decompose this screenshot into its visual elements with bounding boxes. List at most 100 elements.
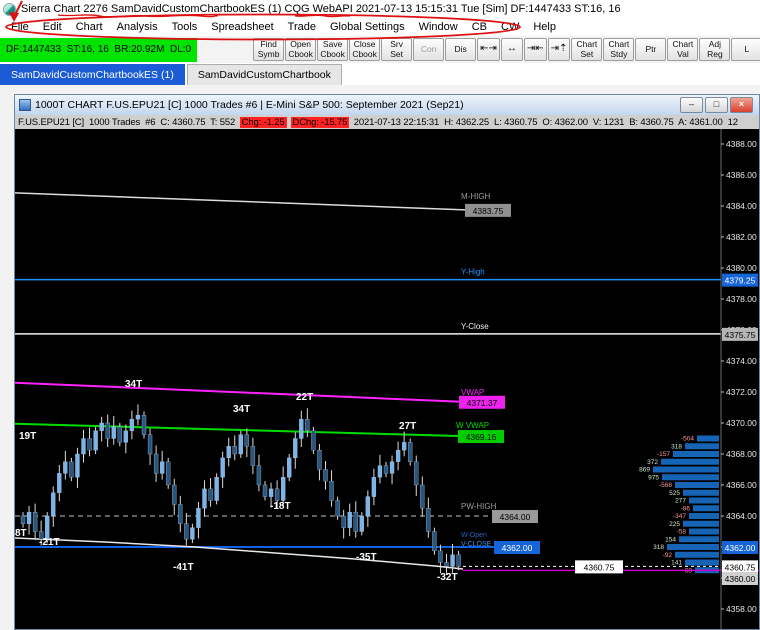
pointer-button[interactable]: Ptr	[635, 38, 667, 61]
candle-body	[178, 504, 183, 524]
menu-cw[interactable]: CW	[494, 20, 526, 34]
swing-label: 19T	[19, 431, 36, 442]
connect-button[interactable]: Con	[413, 38, 445, 61]
candle-body	[141, 415, 147, 435]
chart-canvas[interactable]: -504318-157372869975-568525277-86-347225…	[15, 129, 759, 630]
close-button[interactable]: ×	[730, 97, 753, 113]
candle-body	[287, 457, 292, 478]
candle-body	[63, 461, 68, 474]
chart-values-button[interactable]: Chart Val	[667, 38, 699, 61]
candle-body	[202, 488, 207, 509]
bar-spacing-decrease-icon-button[interactable]: ⇤⇥	[477, 38, 500, 61]
candle-body	[365, 496, 371, 517]
chart-studies-button[interactable]: Chart Stdy	[603, 38, 635, 61]
save-chartbook-button[interactable]: Save Cbook	[317, 38, 349, 61]
level-label-w vwap: W VWAP	[456, 421, 489, 430]
volume-profile-label: 372	[647, 459, 658, 466]
candle-body	[389, 461, 395, 474]
bar-spacing-increase-icon-button[interactable]: ↔	[500, 38, 523, 61]
volume-profile-label: -157	[657, 451, 670, 458]
find-symbol-button[interactable]: Find Symb	[253, 38, 285, 61]
candle-body	[238, 434, 243, 455]
menu-trade[interactable]: Trade	[281, 20, 323, 34]
candle-body	[401, 442, 407, 451]
mdi-area: 1000T CHART F.US.EPU21 [C] 1000 Trades #…	[0, 85, 760, 630]
candle-body	[383, 465, 389, 474]
button-label: Srv	[390, 39, 403, 50]
button-label: Con	[420, 43, 437, 54]
scroll-to-end-icon-button[interactable]: ⇥⇡	[547, 38, 571, 61]
app-titlebar[interactable]: Sierra Chart 2276 SamDavidCustomChartboo…	[0, 0, 760, 18]
candle-body	[420, 484, 425, 509]
menu-file[interactable]: File	[4, 20, 36, 34]
candle-body	[26, 511, 32, 524]
scroll-left-icon-button[interactable]: ⇥⇤	[523, 38, 547, 61]
candle-body	[32, 511, 38, 532]
chg-badge: Chg: -1.25	[239, 116, 287, 128]
candle-body	[105, 422, 110, 439]
restore-button[interactable]: □	[705, 97, 728, 113]
volume-profile-bar	[675, 551, 719, 558]
candle-body	[317, 449, 322, 470]
minimize-button[interactable]: –	[680, 97, 703, 113]
connection-status-box: DF:1447433 ST:16, 16 BR:20.92M DL:0	[0, 37, 198, 62]
swing-label: -35T	[356, 552, 377, 563]
dchg-badge: DChg: -15.75	[290, 116, 350, 128]
candle-body	[438, 550, 443, 563]
button-label: Stdy	[610, 48, 628, 59]
tick-label: 4366.00	[726, 480, 757, 490]
candle-body	[226, 446, 231, 459]
candle-body	[81, 438, 86, 455]
menu-cb[interactable]: CB	[465, 20, 494, 34]
candle-body	[341, 515, 346, 528]
open-chartbook-button[interactable]: Open Cbook	[285, 38, 317, 61]
chart-window-titlebar[interactable]: 1000T CHART F.US.EPU21 [C] 1000 Trades #…	[15, 95, 759, 115]
volume-profile-bar	[667, 544, 719, 550]
menu-global-settings[interactable]: Global Settings	[323, 20, 412, 34]
swing-label: 22T	[296, 392, 313, 403]
candle-body	[99, 422, 104, 431]
close-chartbook-button[interactable]: Close Cbook	[349, 38, 381, 61]
volume-profile-bar	[679, 536, 719, 543]
level-label-y-high: Y-High	[461, 268, 485, 277]
chart-body[interactable]: -504 318 -157 372 869 975 -568 525 277 -86 -347 225…	[15, 129, 759, 629]
chart-icon	[19, 99, 31, 111]
button-label: Find	[260, 39, 277, 50]
scale-value-text: 4360.75	[725, 562, 756, 572]
menu-analysis[interactable]: Analysis	[110, 20, 165, 34]
adjust-region-button[interactable]: Adj Reg	[699, 38, 731, 61]
button-label: Close	[353, 39, 376, 50]
candle-body	[184, 523, 189, 540]
candle-body	[87, 438, 92, 451]
candle-body	[280, 477, 286, 501]
tick-label: 4384.00	[726, 201, 757, 211]
tick-label: 4378.00	[726, 294, 757, 304]
volume-profile-bar	[675, 482, 719, 488]
menu-chart[interactable]: Chart	[69, 20, 110, 34]
chart-settings-button[interactable]: Chart Set	[571, 38, 603, 61]
candle-body	[123, 430, 128, 443]
tab-samdavidcustomchartbook-es[interactable]: SamDavidCustomChartbookES (1)	[0, 64, 185, 85]
candle-body	[172, 484, 177, 505]
menu-help[interactable]: Help	[526, 20, 563, 34]
candle-body	[166, 461, 171, 486]
candle-body	[153, 453, 159, 474]
tick-label: 4370.00	[726, 418, 757, 428]
candle-body	[111, 426, 116, 439]
menu-window[interactable]: Window	[412, 20, 465, 34]
server-settings-button[interactable]: Srv Set	[381, 38, 413, 61]
l-button[interactable]: L	[731, 38, 760, 61]
tick-label: 4386.00	[726, 170, 757, 180]
disconnect-button[interactable]: Dis	[445, 38, 477, 61]
tab-samdavidcustomchartbook[interactable]: SamDavidCustomChartbook	[186, 64, 342, 85]
volume-profile-bar	[685, 443, 719, 450]
menu-spreadsheet[interactable]: Spreadsheet	[204, 20, 280, 34]
candle-body	[220, 457, 225, 478]
menu-tools[interactable]: Tools	[165, 20, 205, 34]
menu-edit[interactable]: Edit	[36, 20, 69, 34]
quote-bar: F.US.EPU21 [C] 1000 Trades #6 C: 4360.75…	[15, 115, 759, 129]
candle-body	[117, 426, 122, 443]
chart-window[interactable]: 1000T CHART F.US.EPU21 [C] 1000 Trades #…	[14, 94, 760, 630]
candle-body	[305, 418, 310, 431]
volume-profile-label: 154	[665, 536, 676, 543]
